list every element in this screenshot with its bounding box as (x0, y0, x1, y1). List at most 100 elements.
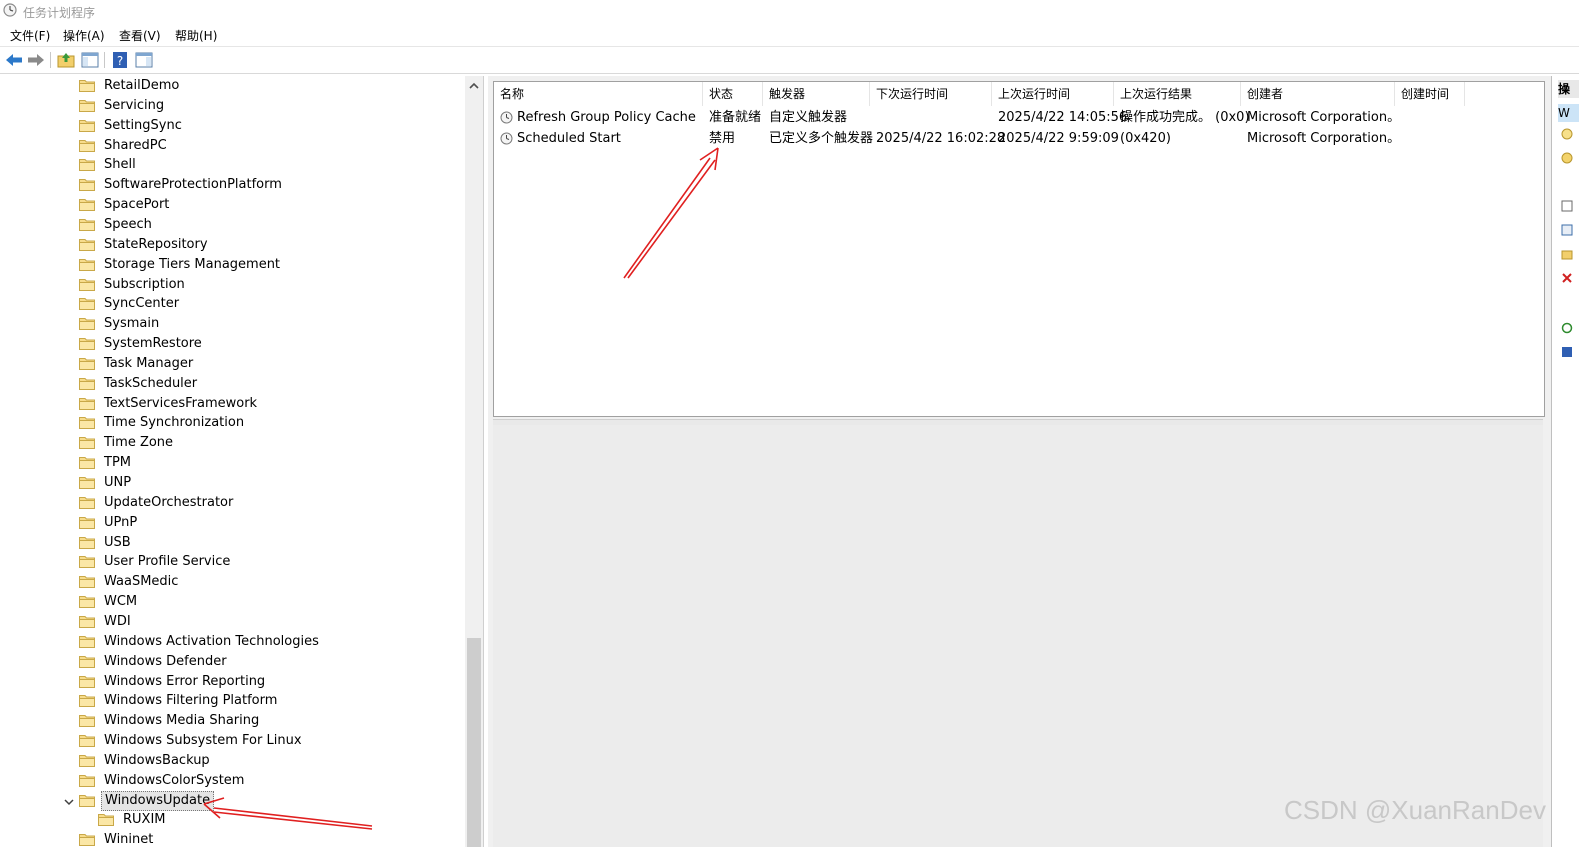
table-row[interactable]: Scheduled Start 禁用 已定义多个触发器 2025/4/22 16… (494, 128, 1544, 149)
tree-item[interactable]: Windows Defender (79, 652, 465, 672)
tree-item[interactable]: WDI (79, 612, 465, 632)
tree-item-label: WindowsColorSystem (104, 772, 245, 788)
tree-item[interactable]: Speech (79, 215, 465, 235)
tree-item-label: UPnP (104, 514, 138, 530)
help-icon[interactable] (1561, 346, 1573, 358)
tree-item-label: SettingSync (104, 117, 182, 133)
tree-item[interactable]: Time Zone (79, 433, 465, 453)
tree-item[interactable]: Task Manager (79, 354, 465, 374)
new-folder-icon[interactable] (1561, 248, 1573, 260)
forward-arrow-icon[interactable] (26, 50, 46, 70)
tree-item[interactable]: SpacePort (79, 195, 465, 215)
tree-item-label: RetailDemo (104, 78, 180, 93)
folder-icon (79, 437, 95, 450)
task-name: Refresh Group Policy Cache (517, 110, 696, 125)
column-header-created[interactable]: 创建时间 (1395, 82, 1465, 106)
tree-item[interactable]: TaskScheduler (79, 374, 465, 394)
show-hide-tree-icon[interactable] (80, 50, 100, 70)
tree-item[interactable]: UPnP (79, 513, 465, 533)
chevron-down-icon[interactable] (64, 797, 74, 807)
tree-item-label: Sysmain (104, 316, 160, 332)
column-header-next-run[interactable]: 下次运行时间 (870, 82, 992, 106)
tree-item[interactable]: Windows Media Sharing (79, 711, 465, 731)
delete-folder-icon[interactable] (1561, 272, 1573, 284)
tree-item[interactable]: Storage Tiers Management (79, 255, 465, 275)
tree-item[interactable]: SystemRestore (79, 334, 465, 354)
tree-item[interactable]: Windows Filtering Platform (79, 691, 465, 711)
tree-item-label: Subscription (104, 276, 185, 292)
up-folder-icon[interactable] (56, 50, 76, 70)
menu-file[interactable]: 文件(F) (10, 27, 50, 44)
scroll-up-arrow-icon[interactable] (468, 80, 480, 92)
tree-item[interactable]: Servicing (79, 96, 465, 116)
tree-item-label: Storage Tiers Management (104, 256, 281, 272)
enable-history-icon[interactable] (1561, 224, 1573, 236)
folder-icon (79, 615, 95, 628)
tree-item[interactable]: SettingSync (79, 116, 465, 136)
folder-icon (79, 318, 95, 331)
folder-icon (79, 258, 95, 271)
folder-icon (79, 457, 95, 470)
tree-item[interactable]: UpdateOrchestrator (79, 493, 465, 513)
tree-item[interactable]: SharedPC (79, 136, 465, 156)
column-header-author[interactable]: 创建者 (1241, 82, 1395, 106)
tree-item[interactable]: WaaSMedic (79, 572, 465, 592)
column-header-status[interactable]: 状态 (703, 82, 763, 106)
task-trigger: 已定义多个触发器 (769, 131, 874, 146)
display-running-tasks-icon[interactable] (1561, 200, 1573, 212)
tree-item-label: Windows Error Reporting (104, 673, 266, 689)
tree-item[interactable]: WCM (79, 592, 465, 612)
column-header-name[interactable]: 名称 (494, 82, 703, 106)
table-row[interactable]: Refresh Group Policy Cache 准备就绪 自定义触发器 2… (494, 107, 1544, 128)
show-hide-action-pane-icon[interactable] (134, 50, 154, 70)
back-arrow-icon[interactable] (4, 50, 24, 70)
column-header-last-result[interactable]: 上次运行结果 (1114, 82, 1241, 106)
tree-item[interactable]: SyncCenter (79, 294, 465, 314)
tree-item[interactable]: Shell (79, 155, 465, 175)
tree-scrollbar[interactable] (465, 76, 483, 847)
tree-item[interactable]: StateRepository (79, 235, 465, 255)
tree-item[interactable]: WindowsUpdate (64, 790, 465, 811)
tree-item-label: Servicing (104, 97, 165, 113)
create-basic-task-icon[interactable] (1561, 128, 1573, 140)
tree-item[interactable]: Subscription (79, 275, 465, 295)
tree-item[interactable]: Windows Activation Technologies (79, 632, 465, 652)
tree-item[interactable]: USB (79, 533, 465, 553)
menu-view[interactable]: 查看(V) (119, 27, 161, 44)
help-icon[interactable]: ? (110, 50, 130, 70)
tree-item[interactable]: Windows Error Reporting (79, 672, 465, 692)
task-trigger: 自定义触发器 (769, 110, 848, 125)
task-last-run: 2025/4/22 9:59:09 (998, 131, 1119, 146)
folder-icon (79, 635, 95, 648)
tree-item[interactable]: UNP (79, 473, 465, 493)
menu-action[interactable]: 操作(A) (63, 27, 105, 44)
tree-item[interactable]: WindowsBackup (79, 751, 465, 771)
tree-item[interactable]: WindowsColorSystem (79, 771, 465, 791)
tree-item[interactable]: SoftwareProtectionPlatform (79, 175, 465, 195)
tree-item[interactable]: User Profile Service (79, 552, 465, 572)
svg-text:?: ? (117, 54, 123, 68)
menu-bar: 文件(F) 操作(A) 查看(V) 帮助(H) (0, 24, 1579, 46)
tree-item[interactable]: Windows Subsystem For Linux (79, 731, 465, 751)
tree-item[interactable]: TextServicesFramework (79, 394, 465, 414)
create-task-icon[interactable] (1561, 152, 1573, 164)
folder-icon (79, 199, 95, 212)
folder-icon (79, 516, 95, 529)
folder-icon (79, 754, 95, 767)
tree-item-label: Shell (104, 157, 136, 173)
column-header-trigger[interactable]: 触发器 (763, 82, 870, 106)
tree-scrollbar-thumb[interactable] (467, 638, 481, 847)
tree-item[interactable]: Wininet (79, 830, 465, 847)
menu-help[interactable]: 帮助(H) (175, 27, 217, 44)
tree-item-label: StateRepository (104, 236, 208, 252)
folder-icon (79, 179, 95, 192)
tree-item[interactable]: Sysmain (79, 314, 465, 334)
tree-item[interactable]: Time Synchronization (79, 413, 465, 433)
tree-item[interactable]: TPM (79, 453, 465, 473)
folder-icon (98, 814, 114, 827)
refresh-icon[interactable] (1561, 322, 1573, 334)
tree-item[interactable]: RUXIM (98, 810, 465, 830)
action-pane-selected-item[interactable]: W (1558, 104, 1579, 122)
tree-item[interactable]: RetailDemo (79, 76, 465, 96)
column-header-last-run[interactable]: 上次运行时间 (992, 82, 1114, 106)
